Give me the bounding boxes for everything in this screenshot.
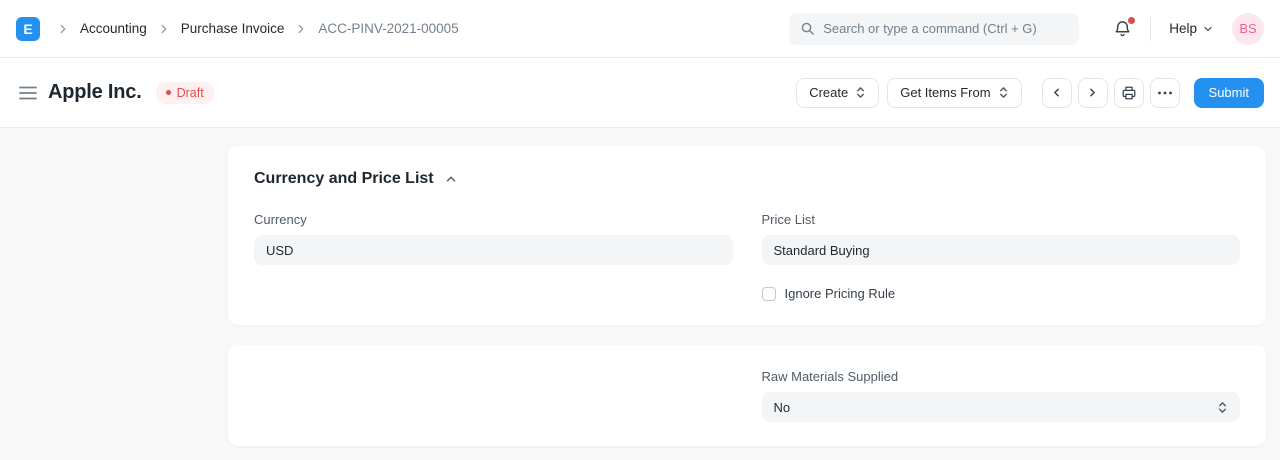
currency-price-list-section: Currency and Price List Currency USD Pri… xyxy=(228,146,1266,325)
currency-label: Currency xyxy=(254,212,733,227)
menu-button[interactable] xyxy=(1150,78,1180,108)
select-updown-icon xyxy=(998,86,1009,99)
raw-materials-supplied-select[interactable]: No xyxy=(762,392,1241,422)
price-list-label: Price List xyxy=(762,212,1241,227)
form-body: Currency and Price List Currency USD Pri… xyxy=(0,128,1280,460)
create-button[interactable]: Create xyxy=(796,78,879,108)
price-list-input[interactable]: Standard Buying xyxy=(762,235,1241,265)
status-badge: Draft xyxy=(156,82,214,104)
printer-icon xyxy=(1121,85,1137,101)
chevron-right-icon xyxy=(1086,86,1099,99)
notifications-button[interactable] xyxy=(1113,19,1132,38)
empty-column xyxy=(254,369,733,422)
top-navbar: E Accounting Purchase Invoice ACC-PINV-2… xyxy=(0,0,1280,58)
chevron-right-icon xyxy=(294,22,308,36)
select-updown-icon xyxy=(855,86,866,99)
navbar-divider xyxy=(1150,17,1151,41)
select-updown-icon xyxy=(1217,401,1228,414)
get-items-from-button[interactable]: Get Items From xyxy=(887,78,1021,108)
page-actions: Create Get Items From xyxy=(796,78,1264,108)
section-fields: Currency USD Price List Standard Buying … xyxy=(254,212,1240,301)
chevron-left-icon xyxy=(1050,86,1063,99)
ellipsis-icon xyxy=(1157,91,1173,95)
chevron-up-icon xyxy=(444,172,458,186)
breadcrumb-purchase-invoice[interactable]: Purchase Invoice xyxy=(181,21,285,36)
hamburger-icon xyxy=(18,85,38,101)
nav-button-group xyxy=(1042,78,1180,108)
navbar-right: Help BS xyxy=(789,13,1264,45)
ignore-pricing-rule-checkbox[interactable] xyxy=(762,287,776,301)
section-collapse-toggle[interactable]: Currency and Price List xyxy=(254,170,1240,188)
print-button[interactable] xyxy=(1114,78,1144,108)
raw-materials-section: Raw Materials Supplied No xyxy=(228,345,1266,446)
chevron-right-icon xyxy=(56,22,70,36)
help-dropdown[interactable]: Help xyxy=(1169,21,1214,36)
search-icon xyxy=(800,21,815,36)
currency-input[interactable]: USD xyxy=(254,235,733,265)
page-title: Apple Inc. xyxy=(48,81,142,104)
raw-materials-supplied-label: Raw Materials Supplied xyxy=(762,369,1241,384)
sidebar-toggle-button[interactable] xyxy=(16,83,40,103)
app-logo-icon[interactable]: E xyxy=(16,17,40,41)
page-head: Apple Inc. Draft Create Get Items From xyxy=(0,58,1280,128)
get-items-from-label: Get Items From xyxy=(900,85,990,100)
breadcrumb-document-id: ACC-PINV-2021-00005 xyxy=(318,21,458,36)
create-button-label: Create xyxy=(809,85,848,100)
status-badge-label: Draft xyxy=(177,86,204,100)
chevron-down-icon xyxy=(1202,23,1214,35)
previous-document-button[interactable] xyxy=(1042,78,1072,108)
breadcrumb: Accounting Purchase Invoice ACC-PINV-202… xyxy=(50,21,459,36)
section-title: Currency and Price List xyxy=(254,170,434,188)
chevron-right-icon xyxy=(157,22,171,36)
raw-materials-supplied-field: Raw Materials Supplied No xyxy=(762,369,1241,422)
next-document-button[interactable] xyxy=(1078,78,1108,108)
raw-materials-supplied-value: No xyxy=(774,400,791,415)
help-label: Help xyxy=(1169,21,1197,36)
currency-field: Currency USD xyxy=(254,212,733,301)
global-search[interactable] xyxy=(789,13,1079,45)
user-avatar[interactable]: BS xyxy=(1232,13,1264,45)
section-fields: Raw Materials Supplied No xyxy=(254,369,1240,422)
price-list-field: Price List Standard Buying Ignore Pricin… xyxy=(762,212,1241,301)
breadcrumb-accounting[interactable]: Accounting xyxy=(80,21,147,36)
unread-notifications-dot xyxy=(1128,17,1135,24)
submit-button[interactable]: Submit xyxy=(1194,78,1264,108)
ignore-pricing-rule-label: Ignore Pricing Rule xyxy=(785,286,896,301)
status-dot-icon xyxy=(166,90,171,95)
search-input[interactable] xyxy=(823,21,1068,36)
ignore-pricing-rule-field[interactable]: Ignore Pricing Rule xyxy=(762,286,1241,301)
